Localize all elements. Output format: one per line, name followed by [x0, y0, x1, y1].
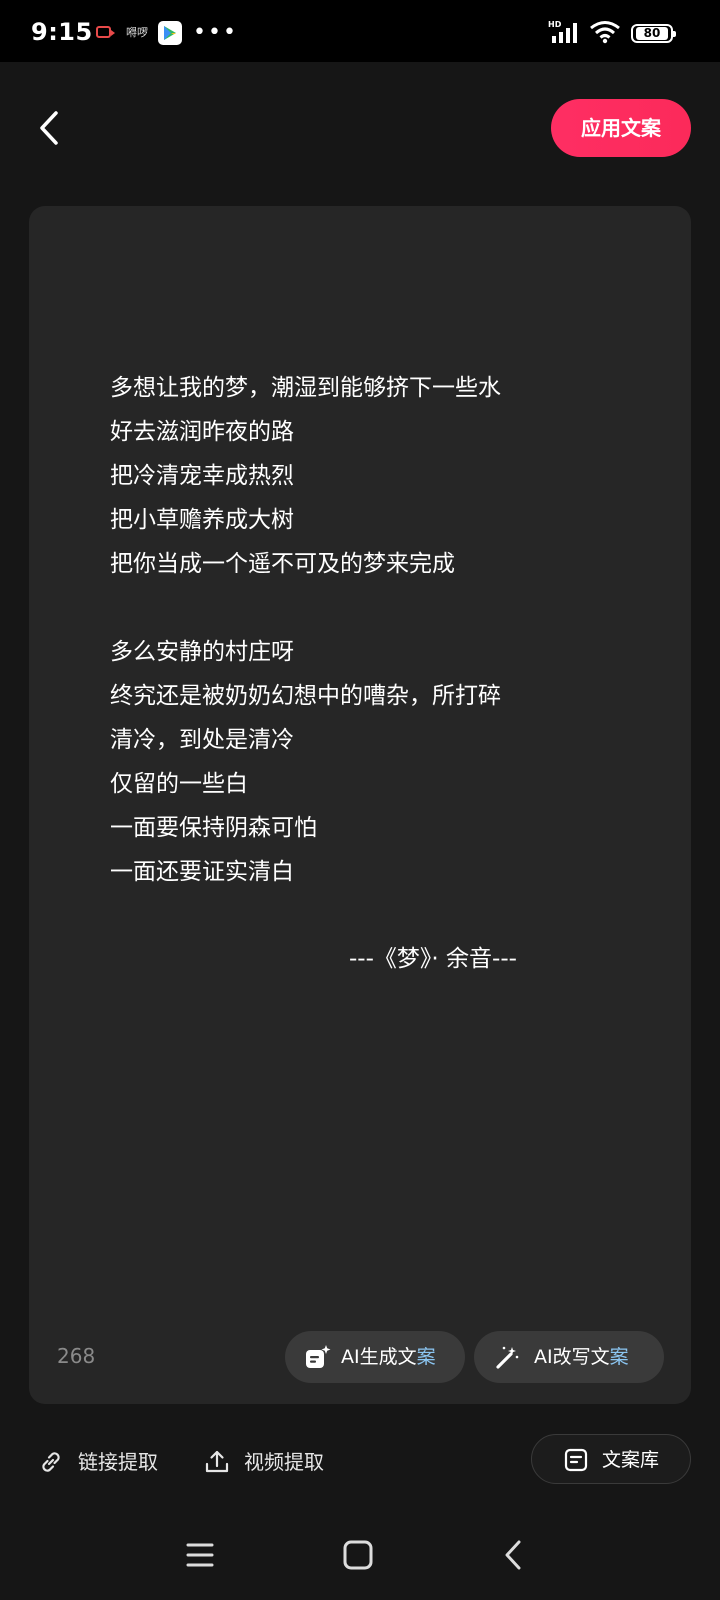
ai-rewrite-button[interactable]: AI改写文案: [474, 1331, 664, 1383]
status-time: 9:15: [31, 18, 93, 46]
battery-level: 80: [636, 27, 668, 40]
nav-back-button[interactable]: [494, 1535, 534, 1575]
copy-editor[interactable]: 多想让我的梦，潮湿到能够挤下一些水 好去滋润昨夜的路 把冷清宠幸成热烈 把小草赡…: [29, 206, 691, 1404]
screen-record-icon: [96, 26, 115, 38]
back-button[interactable]: [28, 105, 70, 151]
play-store-icon: [158, 21, 182, 45]
battery-icon: 80: [631, 24, 676, 43]
system-nav-bar: [0, 1510, 720, 1600]
poem-line: 把你当成一个遥不可及的梦来完成: [110, 551, 455, 577]
nav-back-icon: [505, 1540, 521, 1570]
menu-icon: [186, 1543, 214, 1567]
poem-line: 多想让我的梦，潮湿到能够挤下一些水: [110, 375, 501, 401]
link-icon: [42, 1452, 60, 1472]
character-count: 268: [57, 1344, 96, 1368]
ai-generate-icon: [306, 1345, 331, 1368]
ai-rewrite-label: AI改写文: [534, 1346, 610, 1368]
wifi-icon: [590, 21, 620, 44]
poem-line: 把冷清宠幸成热烈: [110, 463, 294, 489]
video-extract-label: 视频提取: [244, 1450, 324, 1474]
copy-library-label: 文案库: [602, 1449, 660, 1471]
poem-line: 一面要保持阴森可怕: [110, 815, 317, 841]
upload-icon: [205, 1450, 229, 1473]
magic-wand-icon: [496, 1346, 519, 1369]
poem-line: 清冷，到处是清冷: [110, 727, 294, 753]
signal-icon: [552, 23, 577, 43]
link-extract-button[interactable]: 链接提取: [38, 1434, 158, 1490]
ai-rewrite-label-accent: 案: [609, 1346, 629, 1368]
more-notifications-icon: •••: [193, 20, 238, 45]
ai-generate-label: AI生成文: [341, 1346, 417, 1368]
ai-generate-label-accent: 案: [416, 1346, 436, 1368]
poem-line: 终究还是被奶奶幻想中的嘈杂，所打碎: [110, 683, 501, 709]
video-extract-button[interactable]: 视频提取: [204, 1434, 324, 1490]
poem-line: 仅留的一些白: [110, 771, 248, 797]
poem-line: 多么安静的村庄呀: [110, 639, 294, 665]
apply-copy-button[interactable]: 应用文案: [551, 99, 691, 157]
status-bar: 9:15 嘚啰 ••• HD 80: [0, 0, 720, 62]
poem-signature: ---《梦》· 余音---: [349, 946, 517, 972]
link-extract-label: 链接提取: [78, 1450, 158, 1474]
status-app-label: 嘚啰: [126, 26, 148, 39]
document-icon: [564, 1448, 588, 1472]
copy-library-button[interactable]: 文案库: [531, 1434, 691, 1484]
ai-generate-button[interactable]: AI生成文案: [285, 1331, 465, 1383]
poem-line: 好去滋润昨夜的路: [110, 419, 294, 445]
nav-menu-button[interactable]: [180, 1535, 220, 1575]
poem-text[interactable]: 多想让我的梦，潮湿到能够挤下一些水 好去滋润昨夜的路 把冷清宠幸成热烈 把小草赡…: [110, 366, 650, 894]
poem-line: 把小草赡养成大树: [110, 507, 294, 533]
poem-line: 一面还要证实清白: [110, 859, 294, 885]
nav-home-button[interactable]: [338, 1535, 378, 1575]
back-icon: [40, 111, 58, 145]
poem-blank-line: [110, 586, 650, 630]
home-icon: [343, 1540, 373, 1570]
